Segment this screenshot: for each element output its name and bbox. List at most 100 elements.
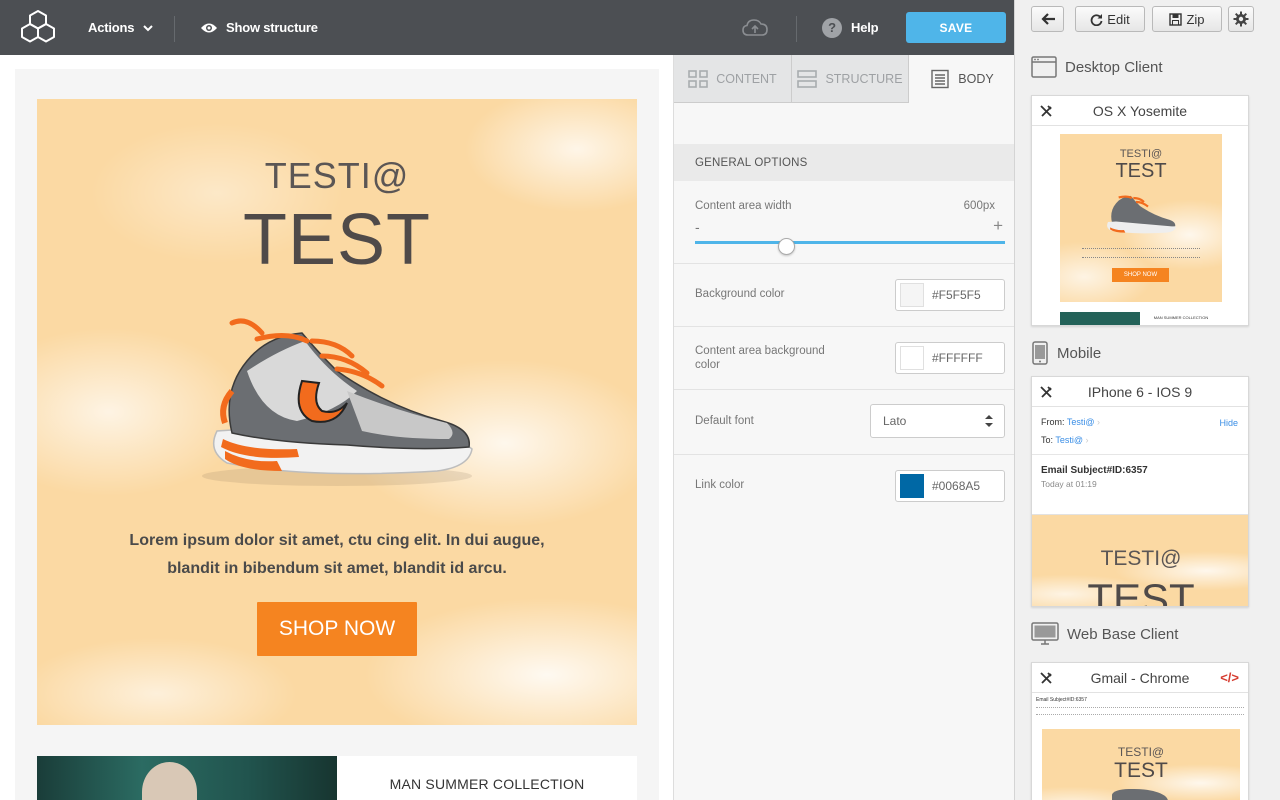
edit-label: Edit	[1107, 11, 1130, 27]
default-font-select[interactable]: Lato	[870, 404, 1005, 438]
app-logo-icon[interactable]	[19, 9, 57, 47]
show-structure-toggle[interactable]: Show structure	[200, 0, 318, 55]
gear-icon	[1233, 11, 1249, 27]
show-structure-label: Show structure	[226, 20, 318, 35]
sneaker-image[interactable]	[187, 311, 487, 491]
grid-icon	[688, 69, 709, 88]
background-color-option: Background color #F5F5F5	[674, 264, 1015, 327]
link-color-value: #0068A5	[932, 479, 981, 493]
help-button[interactable]: ? Help	[822, 0, 879, 55]
content-bg-color-option: Content area background color #FFFFFF	[674, 327, 1015, 390]
preview-card-title: IPhone 6 - IOS 9	[1087, 383, 1193, 400]
tab-content[interactable]: CONTENT	[674, 55, 792, 103]
mail-to-row: To: Testi@ ›	[1041, 435, 1089, 445]
preview-card-gmail[interactable]: Gmail - Chrome </> Email Subject#ID:6357…	[1031, 662, 1249, 800]
preview-card-title: OS X Yosemite	[1092, 102, 1188, 119]
content-width-slider-handle[interactable]	[778, 238, 795, 255]
collection-title[interactable]: MAN SUMMER COLLECTION	[337, 776, 637, 792]
shop-now-button[interactable]: SHOP NOW	[257, 602, 417, 656]
mini-title-line1: TESTI@	[1117, 745, 1165, 759]
web-client-label: Web Base Client	[1067, 625, 1179, 643]
preview-card-osx[interactable]: OS X Yosemite TESTI@ TEST SHOP NOW MAN S…	[1031, 95, 1249, 326]
preview-card-header: IPhone 6 - IOS 9	[1032, 377, 1248, 407]
edit-button[interactable]: Edit	[1075, 6, 1145, 32]
mini-shop-button: SHOP NOW	[1112, 268, 1169, 282]
code-icon[interactable]: </>	[1220, 670, 1239, 685]
osx-preview-thumbnail: TESTI@ TEST SHOP NOW	[1060, 134, 1222, 302]
mobile-phone-icon	[1032, 341, 1048, 365]
preview-card-title: Gmail - Chrome	[1090, 669, 1190, 686]
tab-body[interactable]: BODY	[909, 55, 1015, 103]
desktop-client-group: Desktop Client	[1031, 56, 1163, 78]
mail-from-row: From: Testi@ ›	[1041, 417, 1100, 427]
collection-image[interactable]	[37, 756, 337, 800]
document-icon	[931, 69, 949, 89]
hero-title-line1[interactable]: TESTI@	[37, 155, 637, 197]
mobile-label: Mobile	[1057, 344, 1102, 362]
background-color-picker[interactable]: #F5F5F5	[895, 279, 1005, 311]
hero-block[interactable]: TESTI@ TEST Lorem ipsum dolor sit amet, …	[37, 99, 637, 725]
preview-card-header: Gmail - Chrome </>	[1032, 663, 1248, 693]
floppy-disk-icon	[1169, 12, 1183, 26]
mini-collection-title: MAN SUMMER COLLECTION	[1153, 315, 1209, 320]
link-color-swatch	[900, 474, 924, 498]
mail-time: Today at 01:19	[1041, 479, 1097, 489]
default-font-value: Lato	[883, 414, 907, 428]
slider-plus-icon[interactable]: +	[993, 216, 1003, 236]
mail-from-label: From:	[1041, 417, 1065, 427]
content-bg-color-picker[interactable]: #FFFFFF	[895, 342, 1005, 374]
content-width-value: 600px	[963, 200, 995, 212]
tab-structure[interactable]: STRUCTURE	[792, 55, 909, 103]
mobile-mail-header: From: Testi@ › Hide To: Testi@ › Email S…	[1032, 407, 1248, 515]
zip-button[interactable]: Zip	[1152, 6, 1222, 32]
hero-body-text[interactable]: Lorem ipsum dolor sit amet, ctu cing eli…	[127, 527, 547, 583]
cloud-upload-button[interactable]	[742, 0, 768, 55]
settings-tabs: CONTENT STRUCTURE BODY	[674, 55, 1015, 103]
tools-icon[interactable]	[1039, 104, 1053, 118]
back-button[interactable]	[1031, 6, 1064, 32]
mini-sneaker-image	[1112, 789, 1168, 800]
gmail-mini-subject: Email Subject#ID:6357	[1036, 697, 1087, 703]
preview-sidebar: Edit Zip Desktop Client OS X Yosemite TE…	[1014, 0, 1280, 800]
mail-to-label: To:	[1041, 435, 1054, 445]
mini-title-line2: TEST	[1087, 575, 1195, 607]
general-options-header: GENERAL OPTIONS	[674, 144, 1015, 181]
help-label: Help	[851, 20, 879, 35]
eye-icon	[201, 23, 217, 32]
tools-icon[interactable]	[1039, 671, 1053, 685]
content-width-slider-track[interactable]	[695, 241, 1005, 244]
link-color-option: Link color #0068A5	[674, 455, 1015, 518]
gmail-mini-hero: TESTI@ TEST	[1042, 729, 1240, 800]
model-photo	[142, 762, 197, 800]
monitor-icon	[1031, 622, 1059, 645]
slider-minus-icon[interactable]: -	[695, 219, 700, 235]
settings-gear-button[interactable]	[1228, 6, 1254, 32]
tab-structure-label: STRUCTURE	[825, 71, 903, 86]
tools-icon[interactable]	[1039, 385, 1053, 399]
actions-menu[interactable]: Actions	[88, 0, 154, 55]
mini-title-line1: TESTI@	[1119, 148, 1163, 160]
settings-panel: CONTENT STRUCTURE BODY GENERAL OPTIONS C…	[673, 55, 1015, 800]
top-toolbar: Actions Show structure ? Help SAVE	[0, 0, 1014, 55]
collection-block[interactable]: MAN SUMMER COLLECTION	[37, 756, 637, 800]
content-width-option: Content area width 600px - +	[674, 181, 1015, 264]
content-width-label: Content area width	[695, 200, 792, 212]
mini-collection-row: MAN SUMMER COLLECTION	[1060, 312, 1222, 325]
hero-title-line2[interactable]: TEST	[37, 199, 637, 281]
preview-card-iphone[interactable]: IPhone 6 - IOS 9 From: Testi@ › Hide To:…	[1031, 376, 1249, 607]
mini-sneaker-image	[1107, 195, 1176, 234]
background-color-value: #F5F5F5	[932, 288, 981, 302]
desktop-client-label: Desktop Client	[1065, 58, 1163, 76]
actions-label: Actions	[88, 20, 135, 35]
link-color-picker[interactable]: #0068A5	[895, 470, 1005, 502]
mini-body-text	[1082, 248, 1200, 258]
content-bg-color-value: #FFFFFF	[932, 351, 983, 365]
mail-to-value: Testi@	[1055, 435, 1084, 445]
background-color-label: Background color	[695, 288, 785, 300]
mini-title-line1: TESTI@	[1100, 547, 1182, 570]
mini-title-line2: TEST	[1114, 759, 1168, 782]
cloud-upload-icon	[742, 18, 768, 36]
help-icon: ?	[822, 17, 842, 38]
save-button[interactable]: SAVE	[906, 12, 1006, 43]
tab-body-label: BODY	[958, 72, 994, 86]
